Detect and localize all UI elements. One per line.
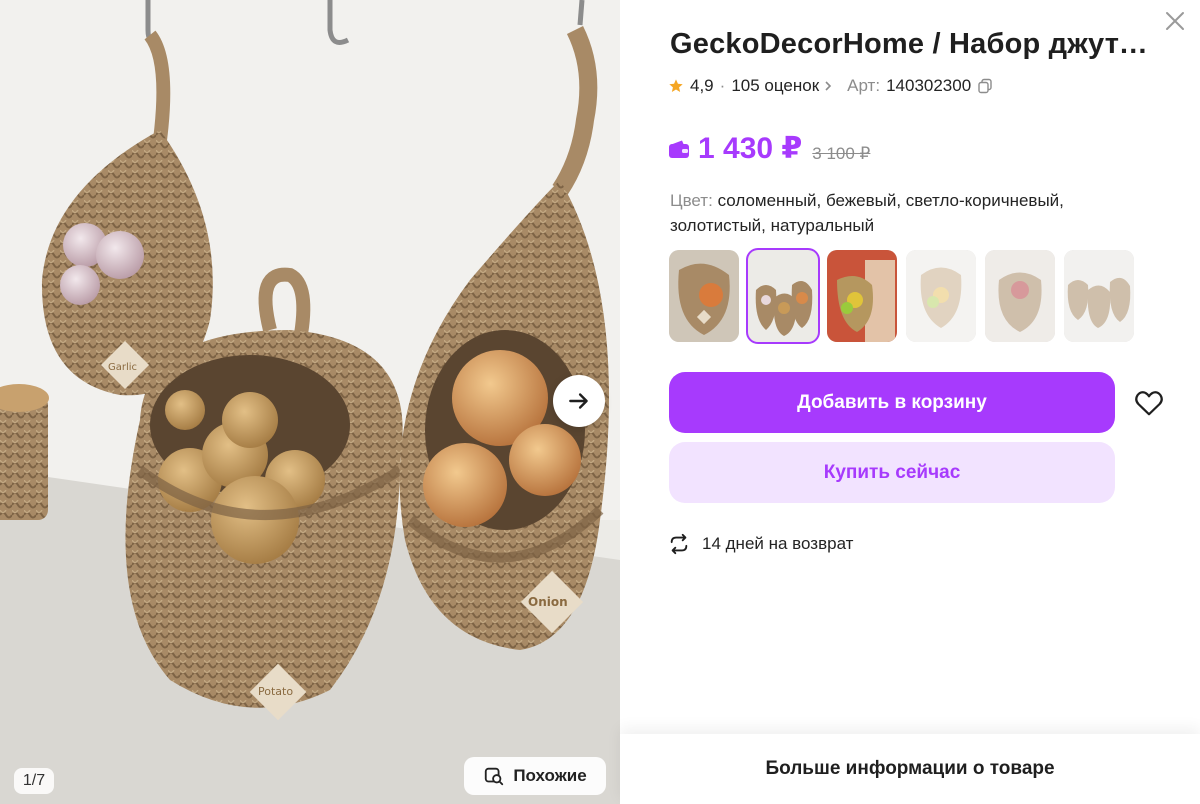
- color-variants: [669, 248, 1134, 344]
- search-similar-icon: [485, 767, 504, 786]
- return-icon: [670, 533, 688, 555]
- old-price: 3 100 ₽: [812, 143, 871, 163]
- copy-icon: [978, 78, 992, 94]
- close-button[interactable]: [1162, 8, 1188, 34]
- variant-thumbnail[interactable]: [906, 250, 976, 342]
- svg-text:Potato: Potato: [258, 685, 293, 698]
- reviews-count: 105 оценок: [731, 76, 820, 95]
- color-label: Цвет:: [670, 191, 713, 210]
- product-info-panel: GeckoDecorHome / Набор джуто... 4,9 · 10…: [620, 0, 1200, 804]
- rating-value: 4,9: [690, 76, 714, 95]
- current-price: 1 430 ₽: [668, 131, 802, 166]
- separator-dot: ·: [719, 76, 726, 95]
- svg-text:Garlic: Garlic: [108, 362, 137, 373]
- variant-thumbnail[interactable]: [669, 250, 739, 342]
- heart-icon: [1135, 391, 1163, 416]
- return-label: 14 дней на возврат: [702, 534, 854, 553]
- buy-now-button[interactable]: Купить сейчас: [669, 442, 1115, 503]
- rating-row: 4,9 · 105 оценок Арт: 140302300: [668, 76, 993, 96]
- copy-article-button[interactable]: [977, 78, 993, 94]
- product-title[interactable]: GeckoDecorHome / Набор джуто...: [670, 28, 1150, 61]
- article-label: Арт:: [847, 76, 881, 95]
- article-value: 140302300: [886, 76, 972, 95]
- price-row: 1 430 ₽ 3 100 ₽: [668, 131, 870, 166]
- variant-thumbnail[interactable]: [827, 250, 897, 342]
- svg-text:Onion: Onion: [528, 595, 568, 609]
- color-value: соломенный, бежевый, светло-коричневый, …: [670, 191, 1064, 235]
- color-description: Цвет: соломенный, бежевый, светло-коричн…: [670, 188, 1140, 238]
- product-photo: Garlic Potato Onion: [0, 0, 620, 804]
- image-counter: 1/7: [14, 768, 54, 794]
- variant-thumbnail[interactable]: [1064, 250, 1134, 342]
- arrow-right-icon: [569, 393, 588, 409]
- return-policy: 14 дней на возврат: [668, 533, 853, 555]
- close-icon: [1166, 12, 1184, 30]
- similar-label: Похожие: [513, 766, 587, 785]
- article-number: Арт: 140302300: [847, 76, 993, 96]
- similar-button[interactable]: Похожие: [464, 757, 606, 795]
- wallet-icon: [669, 140, 689, 158]
- chevron-right-icon: [825, 81, 832, 91]
- add-to-cart-button[interactable]: Добавить в корзину: [669, 372, 1115, 433]
- star-icon: [669, 79, 683, 92]
- next-image-button[interactable]: [553, 375, 605, 427]
- current-price-value: 1 430 ₽: [698, 132, 803, 165]
- reviews-link[interactable]: 105 оценок: [731, 76, 833, 96]
- variant-thumbnail[interactable]: [985, 250, 1055, 342]
- product-gallery[interactable]: Garlic Potato Onion 1/7 Похожие: [0, 0, 620, 804]
- more-info-link[interactable]: Больше информации о товаре: [620, 734, 1200, 804]
- favorite-button[interactable]: [1133, 387, 1165, 419]
- variant-thumbnail-selected[interactable]: [746, 248, 820, 344]
